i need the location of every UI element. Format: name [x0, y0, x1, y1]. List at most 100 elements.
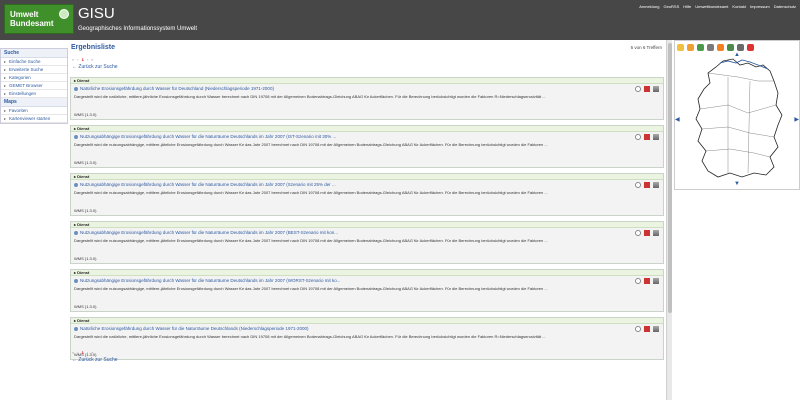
nav-link-anmeldung[interactable]: Anmeldung — [639, 4, 659, 10]
zoom-icon[interactable] — [635, 278, 641, 284]
result-title-link[interactable]: Nutzungsabhängige Erosionsgefährdung dur… — [74, 182, 336, 187]
sidebar-item-gemet-browser[interactable]: GEMET Browser — [1, 82, 67, 90]
result-title: Nutzungsabhängige Erosionsgefährdung dur… — [80, 134, 337, 139]
result-description: Dargestellt wird die nutzungsabhängige, … — [74, 190, 548, 195]
refresh-icon[interactable] — [707, 44, 714, 51]
pager-bottom: « ‹ 1 › » — [72, 350, 93, 355]
result-item: ▸ Dienst Nutzungsabhängige Erosionsgefäh… — [70, 269, 664, 312]
app-title: GISU — [78, 5, 115, 22]
pdf-icon[interactable] — [644, 278, 650, 284]
service-icon — [74, 326, 78, 331]
scrollbar[interactable] — [666, 40, 672, 400]
sidebar-item-favoriten[interactable]: Favoriten — [1, 107, 67, 115]
sidebar: Suche Einfache Suche Erweiterte Suche Ka… — [0, 48, 68, 124]
nav-link-datenschutz[interactable]: Datenschutz — [774, 4, 796, 10]
pdf-icon[interactable] — [644, 230, 650, 236]
result-title: Nutzungsabhängige Erosionsgefährdung dur… — [80, 230, 338, 235]
result-type: ▸ Dienst — [71, 78, 663, 84]
result-title-link[interactable]: Nutzungsabhängige Erosionsgefährdung dur… — [74, 230, 338, 235]
nav-link-georss[interactable]: GeoRSS — [663, 4, 679, 10]
zoom-icon[interactable] — [635, 230, 641, 236]
info-icon[interactable] — [717, 44, 724, 51]
results-count: 6 von 6 Treffern — [630, 45, 662, 50]
add-to-map-icon[interactable] — [653, 182, 659, 188]
service-icon — [74, 230, 78, 235]
result-type-label: Dienst — [77, 126, 90, 131]
add-to-map-icon[interactable] — [653, 326, 659, 332]
result-title: Natürliche Erosionsgefährdung durch Wass… — [80, 86, 274, 91]
pager-last-icon[interactable]: » — [91, 57, 93, 62]
fullscreen-icon[interactable] — [737, 44, 744, 51]
nav-link-hilfe[interactable]: Hilfe — [683, 4, 691, 10]
pdf-icon[interactable] — [644, 182, 650, 188]
result-actions — [635, 182, 659, 188]
pager-next-icon[interactable]: › — [87, 57, 88, 62]
pdf-icon[interactable] — [644, 86, 650, 92]
sidebar-heading-suche[interactable]: Suche — [1, 49, 67, 58]
pager-last-icon[interactable]: » — [91, 350, 93, 355]
result-description: Dargestellt wird die nutzungsabhängige, … — [74, 286, 548, 291]
back-to-search-label: Zurück zur Suche — [78, 64, 118, 70]
layers-icon[interactable] — [727, 44, 734, 51]
map-toolbar — [677, 44, 754, 51]
back-to-search-link-top[interactable]: ← Zurück zur Suche — [72, 64, 118, 70]
globe-icon[interactable] — [697, 44, 704, 51]
pager-current-page: 1 — [81, 57, 84, 62]
result-title: Nutzungsabhängige Erosionsgefährdung dur… — [80, 278, 341, 283]
close-icon[interactable] — [747, 44, 754, 51]
pager-first-icon[interactable]: « — [72, 350, 74, 355]
logo[interactable]: Umwelt Bundesamt — [4, 4, 74, 34]
result-wms-version: WMS (1.3.0) — [74, 304, 97, 309]
zoom-icon[interactable] — [635, 86, 641, 92]
back-to-search-label: Zurück zur Suche — [78, 357, 118, 363]
result-actions — [635, 86, 659, 92]
sidebar-heading-maps[interactable]: Maps — [1, 98, 67, 107]
results-panel: Ergebnisliste 6 von 6 Treffern « ‹ 1 › »… — [70, 40, 664, 400]
sidebar-item-erweiterte-suche[interactable]: Erweiterte Suche — [1, 66, 67, 74]
result-title-link[interactable]: Natürliche Erosionsgefährdung durch Wass… — [74, 86, 274, 91]
zoom-icon[interactable] — [635, 326, 641, 332]
pager-prev-icon[interactable]: ‹ — [77, 350, 78, 355]
pager-next-icon[interactable]: › — [87, 350, 88, 355]
pager-current-page: 1 — [81, 350, 84, 355]
sidebar-item-einstellungen[interactable]: Einstellungen — [1, 90, 67, 98]
zoom-out-icon[interactable] — [687, 44, 694, 51]
service-icon — [74, 134, 78, 139]
pager-prev-icon[interactable]: ‹ — [77, 57, 78, 62]
result-actions — [635, 326, 659, 332]
add-to-map-icon[interactable] — [653, 278, 659, 284]
germany-map[interactable] — [678, 53, 796, 185]
zoom-icon[interactable] — [635, 134, 641, 140]
result-type: ▸ Dienst — [71, 270, 663, 276]
add-to-map-icon[interactable] — [653, 134, 659, 140]
sidebar-item-kategorien[interactable]: Kategorien — [1, 74, 67, 82]
result-title-link[interactable]: Nutzungsabhängige Erosionsgefährdung dur… — [74, 278, 340, 283]
sidebar-item-einfache-suche[interactable]: Einfache Suche — [1, 58, 67, 66]
result-type-label: Dienst — [77, 78, 90, 83]
nav-link-umweltbundesamt[interactable]: Umweltbundesamt — [695, 4, 728, 10]
nav-link-kontakt[interactable]: Kontakt — [732, 4, 746, 10]
result-title-link[interactable]: Natürliche Erosionsgefährdung durch Wass… — [74, 326, 308, 331]
pager-first-icon[interactable]: « — [72, 57, 74, 62]
scroll-thumb[interactable] — [668, 43, 672, 313]
sidebar-item-kartenviewer[interactable]: Kartenviewer starten — [1, 115, 67, 123]
zoom-icon[interactable] — [635, 182, 641, 188]
add-to-map-icon[interactable] — [653, 230, 659, 236]
result-type: ▸ Dienst — [71, 126, 663, 132]
result-type: ▸ Dienst — [71, 318, 663, 324]
result-type-label: Dienst — [77, 318, 90, 323]
add-to-map-icon[interactable] — [653, 86, 659, 92]
pdf-icon[interactable] — [644, 134, 650, 140]
zoom-in-icon[interactable] — [677, 44, 684, 51]
pdf-icon[interactable] — [644, 326, 650, 332]
result-type: ▸ Dienst — [71, 174, 663, 180]
header-bar: Umwelt Bundesamt GISU Geographisches Inf… — [0, 0, 800, 40]
top-navigation: Anmeldung GeoRSS Hilfe Umweltbundesamt K… — [639, 4, 796, 10]
result-wms-version: WMS (1.3.0) — [74, 112, 97, 117]
result-wms-version: WMS (1.3.0) — [74, 208, 97, 213]
service-icon — [74, 86, 78, 91]
nav-link-impressum[interactable]: Impressum — [750, 4, 770, 10]
result-title-link[interactable]: Nutzungsabhängige Erosionsgefährdung dur… — [74, 134, 336, 139]
back-to-search-link-bottom[interactable]: ← Zurück zur Suche — [72, 357, 118, 363]
page-title: Ergebnisliste — [71, 44, 115, 51]
